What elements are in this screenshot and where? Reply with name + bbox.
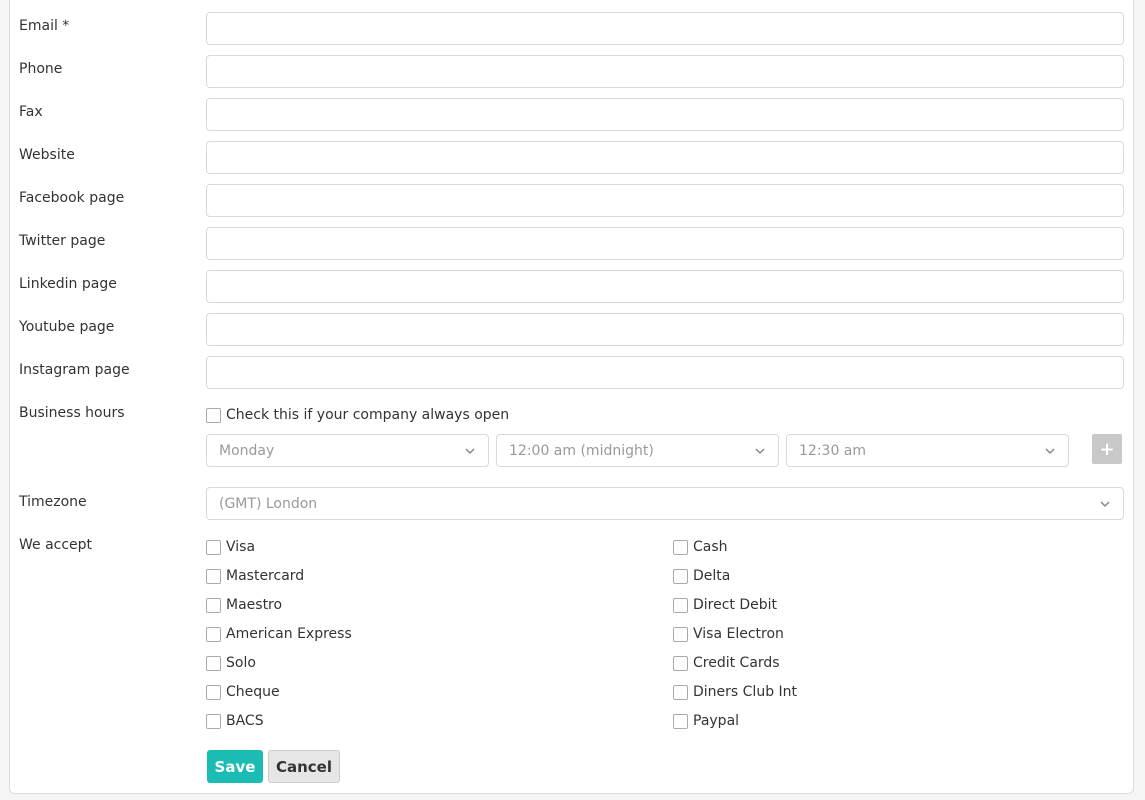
timezone-select[interactable]: (GMT) London <box>206 487 1124 520</box>
payment-label: BACS <box>226 713 264 729</box>
business-hours-label: Business hours <box>19 405 125 421</box>
checkbox[interactable] <box>673 655 688 671</box>
linkedin-label: Linkedin page <box>19 276 117 292</box>
checkbox[interactable] <box>673 539 688 555</box>
twitter-label: Twitter page <box>19 233 106 249</box>
close-time-value: 12:30 am <box>799 442 867 459</box>
open-time-select[interactable]: 12:00 am (midnight) <box>496 434 779 467</box>
close-time-select[interactable]: 12:30 am <box>786 434 1069 467</box>
cancel-button[interactable]: Cancel <box>268 750 340 783</box>
payment-label: Credit Cards <box>693 655 780 671</box>
payment-option-paypal[interactable]: Paypal <box>673 713 739 729</box>
checkbox[interactable] <box>206 568 221 584</box>
timezone-value: (GMT) London <box>219 495 318 512</box>
plus-icon: + <box>1099 438 1115 460</box>
payment-option-maestro[interactable]: Maestro <box>206 597 282 613</box>
payment-option-cash[interactable]: Cash <box>673 539 728 555</box>
payment-option-direct-debit[interactable]: Direct Debit <box>673 597 777 613</box>
linkedin-field[interactable] <box>206 270 1124 303</box>
chevron-down-icon <box>465 447 475 454</box>
payment-label: Visa <box>226 539 256 555</box>
instagram-field[interactable] <box>206 356 1124 389</box>
payment-option-mastercard[interactable]: Mastercard <box>206 568 304 584</box>
payment-option-american-express[interactable]: American Express <box>206 626 352 642</box>
checkbox[interactable] <box>206 539 221 555</box>
checkbox[interactable] <box>673 713 688 729</box>
day-select-value: Monday <box>219 442 275 459</box>
day-select[interactable]: Monday <box>206 434 489 467</box>
checkbox[interactable] <box>673 626 688 642</box>
payment-label: Maestro <box>226 597 283 613</box>
instagram-label: Instagram page <box>19 362 130 378</box>
timezone-label: Timezone <box>19 494 87 510</box>
chevron-down-icon <box>755 447 765 454</box>
phone-label: Phone <box>19 61 63 77</box>
payment-label: Diners Club Int <box>693 684 798 700</box>
open-time-value: 12:00 am (midnight) <box>509 442 654 459</box>
payment-option-bacs[interactable]: BACS <box>206 713 264 729</box>
facebook-field[interactable] <box>206 184 1124 217</box>
payment-option-cheque[interactable]: Cheque <box>206 684 280 700</box>
chevron-down-icon <box>1100 500 1110 507</box>
youtube-label: Youtube page <box>19 319 115 335</box>
always-open-label: Check this if your company always open <box>226 407 510 423</box>
youtube-field[interactable] <box>206 313 1124 346</box>
payment-label: Cheque <box>226 684 280 700</box>
payment-option-delta[interactable]: Delta <box>673 568 730 584</box>
payment-label: Visa Electron <box>693 626 784 642</box>
save-button[interactable]: Save <box>207 750 263 783</box>
checkbox[interactable] <box>206 713 221 729</box>
payment-label: Cash <box>693 539 728 555</box>
website-field[interactable] <box>206 141 1124 174</box>
payment-label: Mastercard <box>226 568 305 584</box>
always-open-option[interactable]: Check this if your company always open <box>206 407 509 423</box>
website-label: Website <box>19 147 75 163</box>
fax-label: Fax <box>19 104 43 120</box>
always-open-checkbox[interactable] <box>206 407 221 423</box>
payment-label: Paypal <box>693 713 740 729</box>
facebook-label: Facebook page <box>19 190 125 206</box>
checkbox[interactable] <box>206 684 221 700</box>
checkbox[interactable] <box>206 626 221 642</box>
phone-field[interactable] <box>206 55 1124 88</box>
payment-label: Delta <box>693 568 731 584</box>
email-label: Email * <box>19 18 70 34</box>
payment-option-credit-cards[interactable]: Credit Cards <box>673 655 780 671</box>
we-accept-label: We accept <box>19 537 93 553</box>
payment-option-diners-club[interactable]: Diners Club Int <box>673 684 797 700</box>
payment-option-visa-electron[interactable]: Visa Electron <box>673 626 784 642</box>
add-hours-button[interactable]: + <box>1092 434 1122 464</box>
payment-label: Solo <box>226 655 256 671</box>
twitter-field[interactable] <box>206 227 1124 260</box>
chevron-down-icon <box>1045 447 1055 454</box>
checkbox[interactable] <box>673 684 688 700</box>
payment-option-solo[interactable]: Solo <box>206 655 256 671</box>
checkbox[interactable] <box>673 568 688 584</box>
checkbox[interactable] <box>206 655 221 671</box>
fax-field[interactable] <box>206 98 1124 131</box>
checkbox[interactable] <box>206 597 221 613</box>
payment-label: Direct Debit <box>693 597 778 613</box>
payment-option-visa[interactable]: Visa <box>206 539 255 555</box>
payment-label: American Express <box>226 626 352 642</box>
checkbox[interactable] <box>673 597 688 613</box>
email-field[interactable] <box>206 12 1124 45</box>
